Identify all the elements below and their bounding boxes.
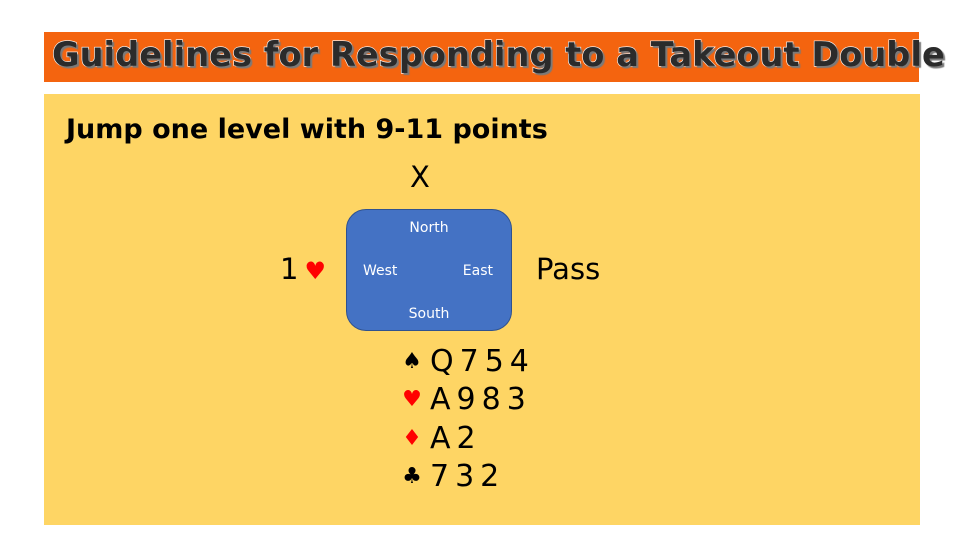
hand-row-clubs: ♣ 732	[398, 458, 535, 497]
club-cards: 732	[430, 459, 506, 495]
west-call: 1 ♥	[280, 252, 326, 286]
north-call: X	[410, 160, 430, 194]
spade-icon: ♠	[402, 348, 422, 374]
seat-north: North	[409, 220, 449, 236]
heart-icon: ♥	[304, 257, 326, 285]
club-icon: ♣	[402, 464, 422, 490]
hand-row-diamonds: ♦ A2	[398, 419, 535, 458]
seat-south: South	[408, 306, 450, 322]
south-hand: ♠ Q754 ♥ A983 ♦ A2 ♣ 732	[398, 342, 535, 496]
content-panel: Jump one level with 9-11 points X 1 ♥ Nor…	[44, 94, 920, 525]
bridge-table: North West East South	[346, 209, 512, 331]
hand-row-spades: ♠ Q754	[398, 342, 535, 381]
title-bar: Guidelines for Responding to a Takeout D…	[44, 32, 945, 82]
hand-row-hearts: ♥ A983	[398, 381, 535, 420]
diamond-cards: A2	[430, 420, 482, 456]
seat-east: East	[462, 263, 493, 279]
diamond-icon: ♦	[402, 425, 422, 451]
west-call-level: 1	[280, 252, 299, 286]
heart-cards: A983	[430, 382, 532, 418]
seat-west: West	[363, 263, 398, 279]
east-call: Pass	[536, 252, 601, 286]
spade-cards: Q754	[430, 343, 535, 379]
slide-subtitle: Jump one level with 9-11 points	[66, 114, 548, 145]
slide-title: Guidelines for Responding to a Takeout D…	[51, 34, 945, 74]
heart-icon: ♥	[402, 387, 422, 413]
